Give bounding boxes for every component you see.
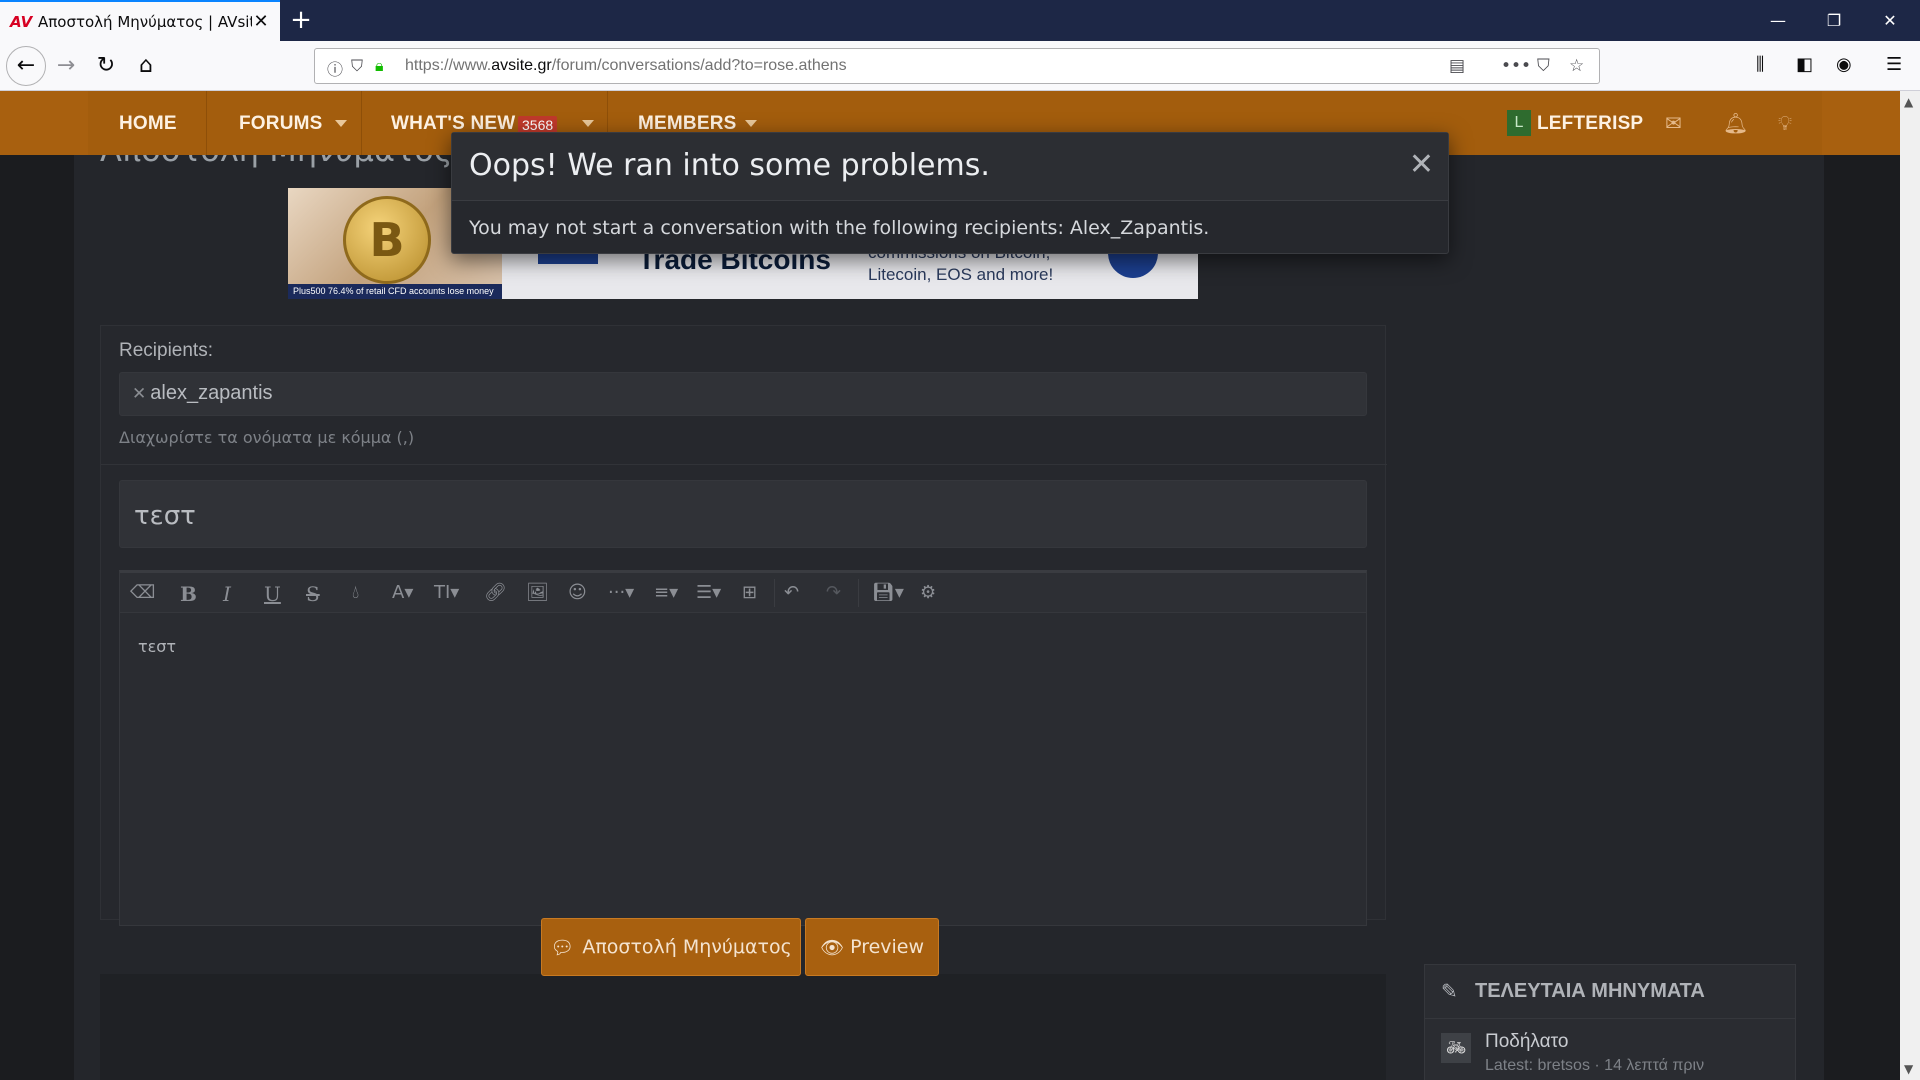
latest-thread-link[interactable]: Ποδήλατο [1485, 1031, 1568, 1053]
nav-forums[interactable]: FORUMS [239, 113, 323, 135]
bitcoin-coin-icon: B [343, 196, 431, 284]
eraser-icon[interactable]: ⌫ [130, 582, 155, 603]
close-icon[interactable]: ✕ [1409, 149, 1434, 181]
underline-icon[interactable]: U [264, 582, 281, 606]
library-icon[interactable]: ⫼ [1756, 54, 1764, 75]
error-dialog-message: You may not start a conversation with th… [469, 217, 1210, 239]
menu-icon[interactable]: ☰ [1886, 54, 1902, 75]
message-editor[interactable]: ⌫ B I U S 💧︎ A▾ TI▾ 🔗︎ 🖼︎ ☺ ···▾ ≡▾ ☰▾ ⊞… [119, 570, 1367, 926]
page-actions-icon[interactable]: ••• [1501, 56, 1531, 76]
tab-close-icon[interactable]: ✕ [252, 11, 270, 32]
forward-button[interactable]: → [50, 50, 82, 82]
bicycle-thumbnail-icon[interactable]: 🚲︎ [1441, 1033, 1471, 1063]
ad-disclaimer: Plus500 76.4% of retail CFD accounts los… [288, 284, 502, 299]
recipients-hint: Διαχωρίστε τα ονόματα με κόμμα (,) [119, 428, 415, 447]
latest-thread-meta: Latest: bretsos · 14 λεπτά πριν [1485, 1057, 1705, 1074]
nav-divider [361, 91, 362, 155]
tab-title: Αποστολή Μηνύματος | AVsite [38, 12, 252, 31]
browser-navigation-bar: ← → ↻ ⌂ ⓘ ⛉ 🔒︎ https://www.avsite.gr/for… [0, 41, 1920, 91]
image-icon[interactable]: 🖼︎ [526, 582, 549, 603]
align-icon[interactable]: ≡▾ [654, 582, 678, 603]
reload-button[interactable]: ↻ [90, 50, 122, 82]
undo-icon[interactable]: ↶ [784, 582, 799, 603]
editor-toolbar: ⌫ B I U S 💧︎ A▾ TI▾ 🔗︎ 🖼︎ ☺ ···▾ ≡▾ ☰▾ ⊞… [120, 573, 1366, 613]
font-size-icon[interactable]: TI▾ [434, 582, 459, 603]
minimize-window-button[interactable]: — [1750, 0, 1806, 41]
more-options-icon[interactable]: ···▾ [608, 582, 634, 603]
avatar[interactable]: L [1507, 110, 1531, 136]
link-icon[interactable]: 🔗︎ [484, 582, 507, 603]
error-dialog-header: Oops! We ran into some problems. ✕ [452, 133, 1448, 201]
nav-divider [206, 91, 207, 155]
bookmark-star-icon[interactable]: ☆ [1569, 56, 1584, 76]
chat-bubbles-icon: 💬︎ [550, 936, 575, 959]
settings-gear-icon[interactable]: ⚙ [920, 582, 936, 603]
editor-body-text: τεστ [138, 637, 177, 656]
strikethrough-icon[interactable]: S [306, 582, 320, 606]
padlock-icon[interactable]: 🔒︎ [375, 56, 384, 76]
address-bar[interactable]: ⓘ ⛉ 🔒︎ https://www.avsite.gr/forum/conve… [314, 48, 1600, 84]
conversations-envelope-icon[interactable]: ✉ [1665, 111, 1682, 135]
pencil-icon: ✎ [1441, 979, 1458, 1003]
conversation-form: Recipients: ✕ alex_zapantis Διαχωρίστε τα… [100, 325, 1387, 926]
form-submit-row [100, 964, 1386, 1080]
table-icon[interactable]: ⊞ [742, 582, 757, 603]
members-dropdown-icon[interactable] [745, 120, 757, 127]
browser-tab-active[interactable]: AV Αποστολή Μηνύματος | AVsite ✕ [0, 0, 280, 41]
list-icon[interactable]: ☰▾ [696, 582, 721, 603]
browser-tab-strip: AV Αποστολή Μηνύματος | AVsite ✕ + — ❐ ✕ [0, 0, 1920, 41]
alerts-bell-icon[interactable]: 🔔︎ [1723, 111, 1748, 135]
account-icon[interactable]: ◉ [1836, 54, 1852, 75]
error-dialog-title: Oops! We ran into some problems. [469, 148, 990, 183]
lightbulb-icon[interactable]: 💡︎ [1778, 111, 1792, 135]
recipient-token[interactable]: ✕ alex_zapantis [132, 382, 273, 405]
recipients-label: Recipients: [119, 340, 213, 361]
font-family-icon[interactable]: A▾ [392, 582, 413, 603]
nav-home[interactable]: HOME [119, 113, 177, 135]
redo-icon[interactable]: ↷ [826, 582, 841, 603]
info-icon[interactable]: ⓘ [327, 56, 343, 80]
whats-new-dropdown-icon[interactable] [582, 120, 594, 127]
reader-view-icon[interactable]: ▤ [1449, 56, 1465, 76]
close-window-button[interactable]: ✕ [1862, 0, 1918, 41]
latest-posts-widget: ✎ ΤΕΛΕΥΤΑΙΑ ΜΗΝΥΜΑΤΑ 🚲︎ Ποδήλατο Latest:… [1424, 964, 1796, 1080]
text-color-icon[interactable]: 💧︎ [352, 582, 359, 603]
error-dialog: Oops! We ran into some problems. ✕ You m… [451, 132, 1449, 254]
widget-header: ✎ ΤΕΛΕΥΤΑΙΑ ΜΗΝΥΜΑΤΑ [1425, 965, 1795, 1019]
emoji-icon[interactable]: ☺ [568, 582, 587, 603]
toolbar-divider [858, 579, 859, 607]
tracking-shield-icon[interactable]: ⛉ [351, 56, 363, 76]
italic-icon[interactable]: I [223, 582, 231, 606]
toolbar-divider [774, 579, 775, 607]
eye-icon: 👁︎ [819, 936, 845, 959]
bold-icon[interactable]: B [180, 582, 197, 606]
back-button[interactable]: ← [6, 46, 46, 86]
conversation-title-input[interactable]: τεστ [119, 480, 1367, 548]
title-value: τεστ [134, 501, 196, 531]
sidebar-toggle-icon[interactable]: ◧ [1796, 54, 1813, 75]
forums-dropdown-icon[interactable] [335, 120, 347, 127]
drafts-icon[interactable]: 💾︎▾ [872, 582, 904, 603]
new-tab-button[interactable]: + [286, 6, 316, 36]
restore-window-button[interactable]: ❐ [1806, 0, 1862, 41]
send-message-button[interactable]: 💬︎ Αποστολή Μηνύματος [541, 918, 801, 976]
scroll-down-icon[interactable]: ▼ [1904, 1062, 1913, 1076]
url-text[interactable]: https://www.avsite.gr/forum/conversation… [405, 57, 847, 75]
divider [101, 464, 1387, 465]
preview-button[interactable]: 👁︎ Preview [805, 918, 939, 976]
scroll-up-icon[interactable]: ▲ [1904, 95, 1913, 109]
page-scrollbar[interactable]: ▲ ▼ [1900, 91, 1920, 1080]
remove-recipient-icon[interactable]: ✕ [132, 384, 146, 403]
widget-title: ΤΕΛΕΥΤΑΙΑ ΜΗΝΥΜΑΤΑ [1475, 980, 1705, 1002]
pocket-icon[interactable]: ⛉ [1537, 56, 1550, 76]
username-link[interactable]: LEFTERISP [1537, 113, 1643, 135]
recipients-input[interactable]: ✕ alex_zapantis [119, 372, 1367, 416]
site-favicon-icon: AV [10, 12, 33, 31]
home-button[interactable]: ⌂ [130, 50, 162, 82]
